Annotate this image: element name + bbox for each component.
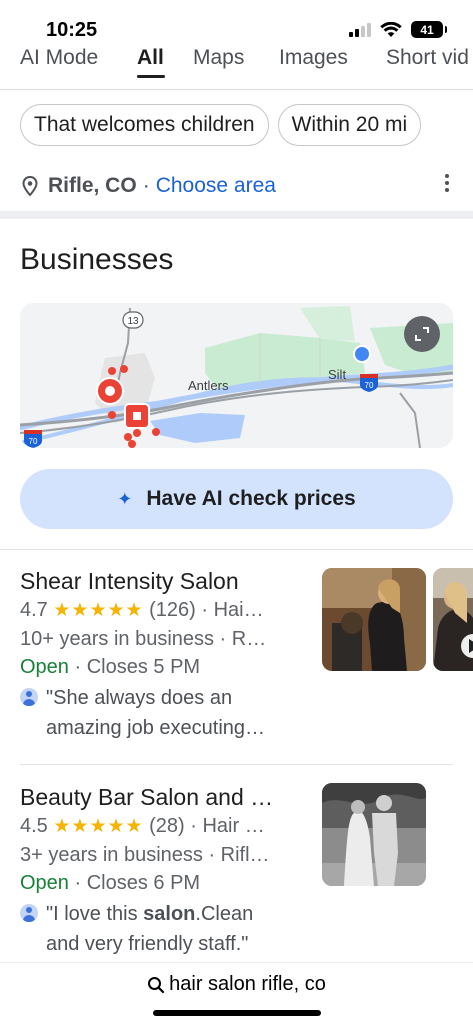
current-location-dot — [355, 347, 369, 361]
open-status: Open — [20, 872, 69, 894]
closing-time: Closes 5 PM — [86, 656, 201, 678]
listing-divider — [20, 764, 453, 765]
rating-stars-icon: ★★★★★ — [53, 816, 144, 837]
section-title: Businesses — [20, 243, 174, 276]
status-bar: 10:25 41 — [0, 0, 473, 50]
business-category: Hai… — [213, 599, 264, 621]
tab-ai-mode[interactable]: AI Mode — [20, 46, 98, 70]
map-canvas: 13 70 70 Antlers Silt — [20, 303, 453, 448]
results-map[interactable]: 13 70 70 Antlers Silt — [20, 303, 453, 448]
ai-check-prices-button[interactable]: ✦ Have AI check prices — [20, 469, 453, 529]
business-hours-row: Open · Closes 6 PM — [20, 872, 201, 894]
tab-maps[interactable]: Maps — [193, 46, 244, 70]
reviewer-avatar-icon — [20, 904, 38, 922]
review-text-line2: and very friendly staff." — [46, 933, 249, 955]
business-name[interactable]: Beauty Bar Salon and … — [20, 782, 300, 812]
map-route-70-west-label: 70 — [29, 437, 38, 446]
business-rating-row: 4.7 ★★★★★ (126) · Hai… — [20, 599, 264, 621]
choose-area-link[interactable]: Choose area — [156, 174, 276, 198]
search-icon — [148, 976, 165, 993]
location-separator: · — [142, 174, 150, 197]
filter-chip-within-20-mi[interactable]: Within 20 mi — [277, 104, 422, 146]
business-photo[interactable] — [322, 568, 426, 671]
review-text-line1: "She always does an — [46, 687, 233, 709]
review-snippet: "She always does an amazing job executin… — [20, 683, 310, 743]
expand-map-icon[interactable] — [404, 316, 440, 352]
location-row: Rifle, CO · Choose area — [20, 170, 453, 202]
business-name[interactable]: Shear Intensity Salon — [20, 566, 300, 596]
business-video-thumbnail[interactable] — [433, 568, 473, 671]
home-indicator[interactable] — [153, 1010, 321, 1016]
review-count: (28) — [149, 815, 185, 837]
tab-images[interactable]: Images — [279, 46, 348, 70]
search-tabs: AI Mode All Maps Images Short vid — [0, 44, 473, 90]
battery-icon: 41 — [411, 21, 447, 38]
business-rating-row: 4.5 ★★★★★ (28) · Hair … — [20, 815, 265, 837]
review-text-line2: amazing job executing… — [46, 717, 266, 739]
rating-value: 4.5 — [20, 815, 48, 837]
bottom-search-bar[interactable]: hair salon rifle, co — [0, 962, 473, 1024]
location-city: Rifle, CO — [48, 174, 137, 197]
review-text-line1: "I love this salon.Clean — [46, 903, 254, 925]
location-pin-icon — [22, 175, 38, 197]
rating-value: 4.7 — [20, 599, 48, 621]
search-query[interactable]: hair salon rifle, co — [169, 973, 326, 996]
business-hours-row: Open · Closes 5 PM — [20, 656, 201, 678]
business-meta: 3+ years in business · Rifl… — [20, 844, 270, 866]
filter-chip-welcomes-children[interactable]: That welcomes children — [20, 104, 269, 146]
map-label-silt: Silt — [328, 367, 346, 382]
reviewer-avatar-icon — [20, 688, 38, 706]
tab-short-videos[interactable]: Short vid — [386, 46, 469, 70]
sparkle-icon: ✦ — [117, 488, 133, 509]
active-tab-indicator — [137, 75, 165, 78]
section-divider — [0, 211, 473, 219]
tab-all[interactable]: All — [137, 46, 164, 70]
wifi-icon — [380, 21, 402, 37]
business-category: Hair … — [202, 815, 265, 837]
review-count: (126) — [149, 599, 196, 621]
rating-stars-icon: ★★★★★ — [53, 600, 144, 621]
business-photo[interactable] — [322, 783, 426, 886]
closing-time: Closes 6 PM — [86, 872, 201, 894]
map-route-70-east-label: 70 — [365, 381, 374, 390]
map-label-antlers: Antlers — [188, 378, 229, 393]
review-snippet: "I love this salon.Clean and very friend… — [20, 899, 310, 959]
filter-chips: That welcomes children Within 20 mi — [20, 104, 422, 146]
status-icons: 41 — [349, 21, 447, 38]
list-divider — [0, 549, 473, 550]
status-time: 10:25 — [46, 19, 98, 41]
ai-check-prices-label: Have AI check prices — [146, 487, 356, 510]
more-options-icon[interactable] — [445, 174, 449, 192]
open-status: Open — [20, 656, 69, 678]
cellular-signal-icon — [349, 22, 371, 37]
map-route-13-label: 13 — [127, 316, 139, 327]
business-meta: 10+ years in business · R… — [20, 628, 267, 650]
